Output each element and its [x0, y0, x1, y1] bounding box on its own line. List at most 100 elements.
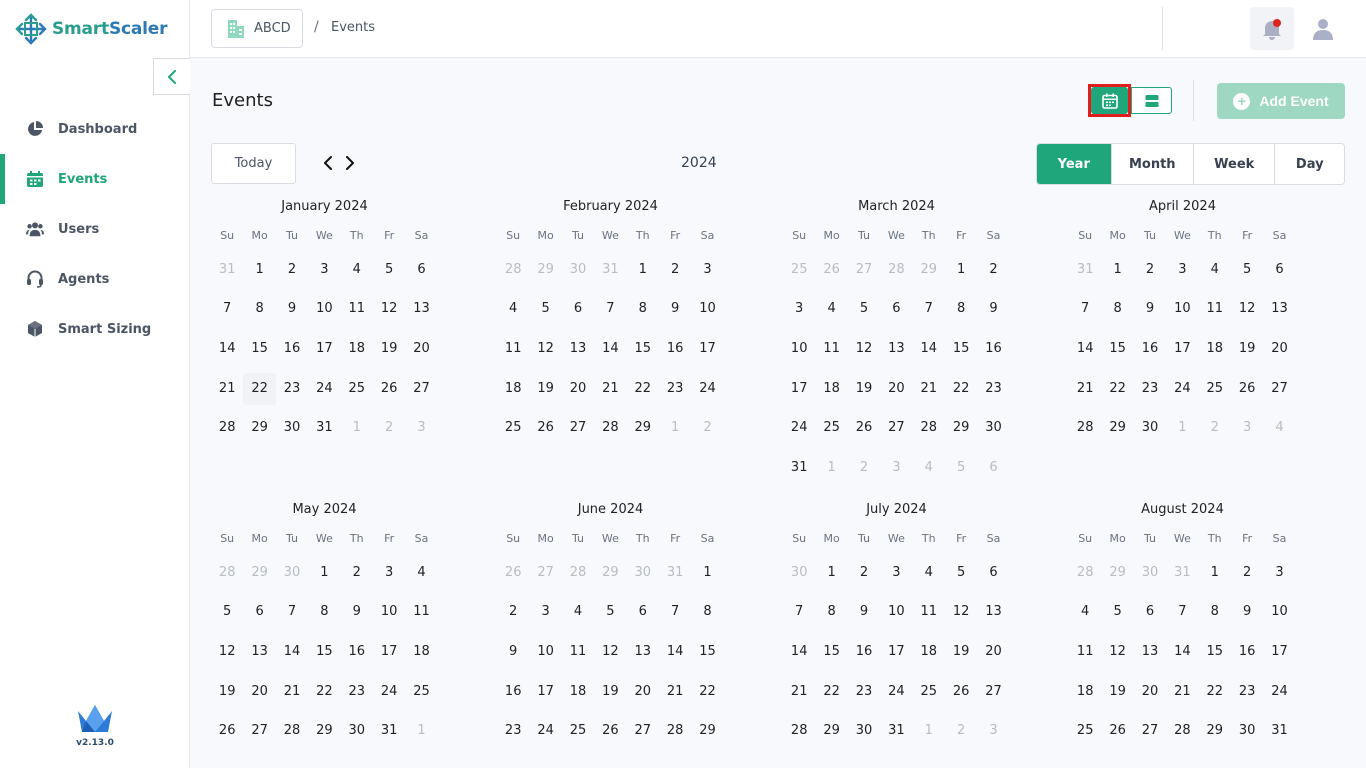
sidebar-item-agents[interactable]: Agents: [0, 254, 190, 304]
calendar-day[interactable]: 3: [1231, 412, 1263, 444]
calendar-day[interactable]: 21: [1166, 676, 1198, 708]
calendar-day[interactable]: 9: [497, 636, 529, 668]
calendar-day[interactable]: 22: [1199, 676, 1231, 708]
calendar-day[interactable]: 7: [1166, 596, 1198, 628]
calendar-day[interactable]: 12: [848, 333, 880, 365]
calendar-day[interactable]: 8: [691, 596, 723, 628]
calendar-day[interactable]: 26: [594, 715, 626, 747]
calendar-day[interactable]: 15: [308, 636, 340, 668]
calendar-day[interactable]: 14: [659, 636, 691, 668]
calendar-day[interactable]: 25: [562, 715, 594, 747]
calendar-day[interactable]: 12: [1101, 636, 1133, 668]
calendar-day[interactable]: 13: [880, 333, 912, 365]
calendar-day[interactable]: 11: [562, 636, 594, 668]
calendar-day[interactable]: 13: [562, 333, 594, 365]
calendar-day[interactable]: 25: [497, 412, 529, 444]
calendar-day[interactable]: 1: [691, 557, 723, 589]
tab-month[interactable]: Month: [1112, 144, 1194, 184]
calendar-day[interactable]: 16: [1134, 333, 1166, 365]
next-year-button[interactable]: [343, 153, 357, 173]
calendar-day[interactable]: 15: [691, 636, 723, 668]
calendar-day[interactable]: 5: [848, 293, 880, 325]
calendar-day[interactable]: 23: [276, 373, 308, 405]
calendar-day[interactable]: 19: [211, 676, 243, 708]
calendar-day[interactable]: 31: [373, 715, 405, 747]
calendar-day[interactable]: 24: [1166, 373, 1198, 405]
calendar-day[interactable]: 24: [373, 676, 405, 708]
calendar-day[interactable]: 2: [373, 412, 405, 444]
tab-day[interactable]: Day: [1275, 144, 1344, 184]
calendar-day[interactable]: 1: [945, 254, 977, 286]
calendar-day[interactable]: 5: [945, 452, 977, 484]
calendar-day[interactable]: 6: [243, 596, 275, 628]
calendar-day[interactable]: 3: [977, 715, 1009, 747]
calendar-day[interactable]: 1: [243, 254, 275, 286]
calendar-day[interactable]: 23: [848, 676, 880, 708]
calendar-day[interactable]: 1: [1166, 412, 1198, 444]
calendar-day[interactable]: 22: [308, 676, 340, 708]
calendar-day[interactable]: 17: [880, 636, 912, 668]
calendar-day[interactable]: 12: [1231, 293, 1263, 325]
calendar-day[interactable]: 1: [308, 557, 340, 589]
calendar-day[interactable]: 1: [913, 715, 945, 747]
calendar-day[interactable]: 21: [783, 676, 815, 708]
calendar-day[interactable]: 21: [211, 373, 243, 405]
calendar-day[interactable]: 29: [913, 254, 945, 286]
calendar-day[interactable]: 14: [913, 333, 945, 365]
calendar-day[interactable]: 20: [562, 373, 594, 405]
calendar-day[interactable]: 24: [308, 373, 340, 405]
calendar-day[interactable]: 6: [977, 452, 1009, 484]
calendar-day[interactable]: 13: [977, 596, 1009, 628]
calendar-day[interactable]: 17: [529, 676, 561, 708]
sidebar-item-smart-sizing[interactable]: Smart Sizing: [0, 304, 190, 354]
calendar-day[interactable]: 18: [497, 373, 529, 405]
calendar-day[interactable]: 16: [497, 676, 529, 708]
calendar-day[interactable]: 4: [913, 557, 945, 589]
calendar-day[interactable]: 30: [1231, 715, 1263, 747]
calendar-day[interactable]: 6: [1263, 254, 1295, 286]
calendar-day[interactable]: 1: [405, 715, 437, 747]
calendar-day[interactable]: 31: [783, 452, 815, 484]
calendar-day[interactable]: 8: [1101, 293, 1133, 325]
calendar-day[interactable]: 13: [1134, 636, 1166, 668]
calendar-day[interactable]: 2: [1134, 254, 1166, 286]
calendar-day[interactable]: 29: [691, 715, 723, 747]
calendar-day[interactable]: 3: [691, 254, 723, 286]
calendar-day[interactable]: 11: [405, 596, 437, 628]
calendar-day[interactable]: 26: [1101, 715, 1133, 747]
calendar-day[interactable]: 6: [880, 293, 912, 325]
calendar-day[interactable]: 12: [945, 596, 977, 628]
calendar-day[interactable]: 19: [1231, 333, 1263, 365]
calendar-day[interactable]: 2: [659, 254, 691, 286]
list-view-button[interactable]: [1131, 87, 1172, 114]
today-button[interactable]: Today: [211, 143, 296, 184]
calendar-day[interactable]: 10: [783, 333, 815, 365]
calendar-day[interactable]: 28: [1069, 412, 1101, 444]
calendar-day[interactable]: 25: [913, 676, 945, 708]
calendar-day[interactable]: 14: [1166, 636, 1198, 668]
calendar-day[interactable]: 30: [1134, 557, 1166, 589]
calendar-day[interactable]: 25: [1199, 373, 1231, 405]
calendar-day[interactable]: 29: [815, 715, 847, 747]
calendar-day[interactable]: 29: [243, 557, 275, 589]
calendar-day[interactable]: 27: [848, 254, 880, 286]
calendar-day[interactable]: 8: [243, 293, 275, 325]
calendar-day[interactable]: 29: [308, 715, 340, 747]
calendar-day[interactable]: 27: [977, 676, 1009, 708]
calendar-day[interactable]: 6: [1134, 596, 1166, 628]
calendar-day[interactable]: 16: [659, 333, 691, 365]
calendar-day[interactable]: 2: [848, 452, 880, 484]
calendar-day[interactable]: 14: [211, 333, 243, 365]
calendar-day[interactable]: 7: [659, 596, 691, 628]
calendar-day[interactable]: 30: [783, 557, 815, 589]
calendar-day[interactable]: 28: [913, 412, 945, 444]
calendar-day[interactable]: 27: [1134, 715, 1166, 747]
calendar-day[interactable]: 20: [627, 676, 659, 708]
calendar-day[interactable]: 9: [341, 596, 373, 628]
calendar-day[interactable]: 11: [341, 293, 373, 325]
calendar-day[interactable]: 29: [1101, 412, 1133, 444]
calendar-day[interactable]: 23: [341, 676, 373, 708]
calendar-day[interactable]: 8: [308, 596, 340, 628]
calendar-day[interactable]: 16: [977, 333, 1009, 365]
calendar-day[interactable]: 27: [529, 557, 561, 589]
